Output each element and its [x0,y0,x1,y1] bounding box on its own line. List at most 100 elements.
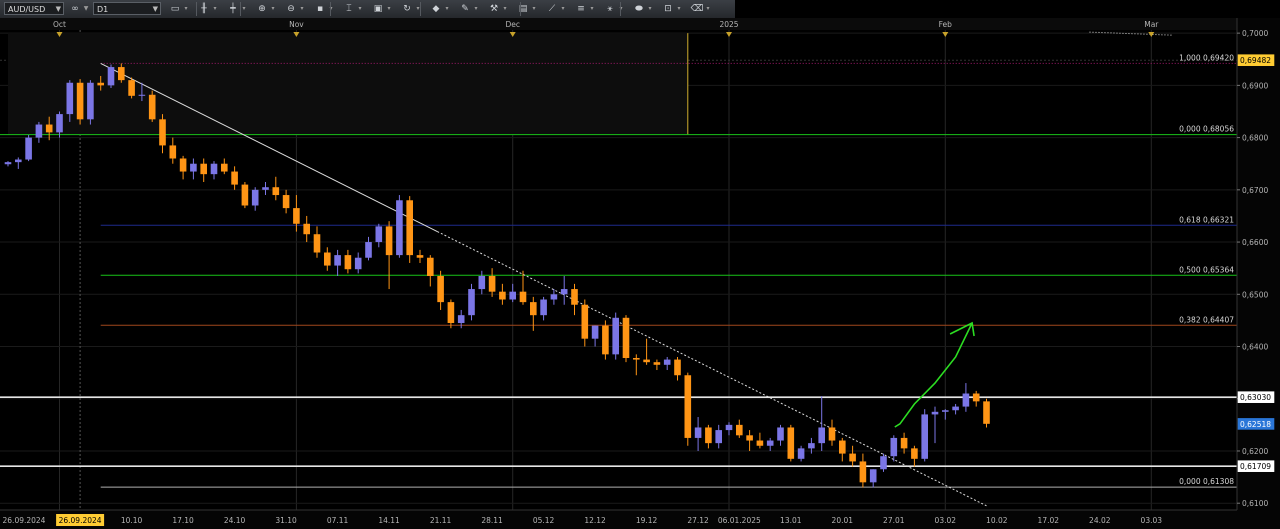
price-tag-label: 0,62518 [1240,420,1271,429]
channel-icon[interactable]: ≡ [574,3,588,15]
candle-body [457,315,465,324]
dropdown-arrow-icon[interactable]: ▾ [298,3,306,15]
zoom-out-icon[interactable]: ⊖ [284,3,298,15]
fibonacci-level-label: 0,500 0,65364 [1179,265,1234,274]
candle-body [499,291,506,300]
dropdown-arrow-icon[interactable]: ▾ [356,3,364,15]
chart-area[interactable]: 1,000 0,69420 0,000 0,68056 0,618 0,66321 0… [0,18,1280,529]
candle-body [612,317,619,355]
candle-body [530,302,537,316]
candle-body [509,291,516,300]
pencil-icon[interactable]: ✎ [458,3,472,15]
month-label: Oct [53,20,66,29]
date-label: 21.11 [430,516,452,525]
dropdown-arrow-icon[interactable]: ▾ [240,3,248,15]
candle-body [736,424,743,436]
chart-toolbar: AUD/USD ▼ ∞ ▼ D1 ▼ ▭▾╫▾┿▾⊕▾⊖▾▪▾⌶▾▣▾↻▾◆▾✎… [0,0,735,19]
month-label: Dec [505,20,520,29]
candle-body [35,124,43,138]
crosshair-icon[interactable]: ⌶ [342,3,356,15]
dropdown-arrow-icon[interactable]: ▾ [675,3,683,15]
fibonacci-icon[interactable]: ⚹ [603,3,617,15]
screenshot-icon[interactable]: ▣ [371,3,385,15]
price-chart[interactable]: 1,000 0,69420 0,000 0,68056 0,618 0,66321 0… [0,18,1280,529]
candle-body [602,325,609,355]
candles-icon[interactable]: ╫ [197,3,211,15]
candle-body [633,358,640,360]
dropdown-arrow-icon[interactable]: ▾ [182,3,190,15]
dropdown-arrow-icon[interactable]: ▾ [646,3,654,15]
candle-body [983,401,990,424]
candle-body [221,163,228,172]
candle-body [169,145,177,159]
dropdown-arrow-icon[interactable]: ▾ [588,3,596,15]
candle-body [148,94,156,120]
fibonacci-level-label: 0,000 0,68056 [1179,125,1234,134]
dropdown-arrow-icon[interactable]: ▾ [472,3,480,15]
candle-body [488,276,496,292]
candle-body [931,411,939,415]
candle-body [128,80,135,96]
dropdown-arrow-icon[interactable]: ▾ [269,3,277,15]
timeframe-select[interactable]: D1 ▼ [93,2,161,15]
candle-body [354,257,362,270]
chain-link-icon[interactable]: ∞ [68,3,82,15]
zoom-in-icon[interactable]: ⊕ [255,3,269,15]
dropdown-arrow-icon[interactable]: ▾ [501,3,509,15]
dropdown-arrow-icon[interactable]: ▾ [211,3,219,15]
candle-body [396,200,403,256]
dropdown-arrow-icon[interactable]: ▾ [704,3,712,15]
date-label: 28.11 [481,516,503,525]
price-tick-label: 0,6400 [1242,343,1268,352]
eraser-icon[interactable]: ⌫ [690,3,704,15]
price-tick-label: 0,6500 [1242,290,1268,299]
candle-body [705,427,712,444]
candle-body [849,453,856,462]
candle-body [869,469,877,483]
candle-body [911,448,918,459]
candle-body [828,427,836,441]
toolbar-separator [420,2,421,16]
candle-body [766,440,774,446]
date-label: 20.01 [832,516,854,525]
toolbar-separator [240,2,241,16]
dropdown-arrow-icon[interactable]: ▾ [443,3,451,15]
dropdown-arrow-icon[interactable]: ▾ [327,3,335,15]
trendline-icon[interactable]: ⟋ [545,3,559,15]
date-label: 03.02 [935,516,957,525]
candle-body [334,255,341,266]
candle-body [210,163,218,175]
candle-body [427,257,434,277]
indicators-icon[interactable]: ⚒ [487,3,501,15]
candle-body [797,448,805,459]
candle-body [560,289,568,295]
candle-body [200,163,207,175]
dropdown-arrow-icon[interactable]: ▾ [559,3,567,15]
dropdown-arrow-icon[interactable]: ▾ [385,3,393,15]
dropdown-arrow-icon[interactable]: ▾ [617,3,625,15]
candle-body [282,195,290,209]
link-dropdown-arrow-icon[interactable]: ▼ [82,3,90,15]
text-icon[interactable]: ⊡ [661,3,675,15]
price-tick-label: 0,6200 [1242,447,1268,456]
candle-body [56,114,63,133]
candle-body [159,119,166,146]
candle-body [66,82,74,115]
shapes-icon[interactable]: ⬬ [632,3,646,15]
objects-icon[interactable]: ◆ [429,3,443,15]
chart-type-icon[interactable]: ▭ [168,3,182,15]
bars-icon[interactable]: ┿ [226,3,240,15]
symbol-select[interactable]: AUD/USD ▼ [4,2,64,15]
price-tick-label: 0,6100 [1242,499,1268,508]
candle-body [663,359,671,365]
date-label: 07.11 [327,516,349,525]
dropdown-arrow-icon[interactable]: ▾ [530,3,538,15]
price-tick-label: 0,6600 [1242,238,1268,247]
candle-body [591,325,599,339]
autoscroll-icon[interactable]: ▪ [313,3,327,15]
refresh-icon[interactable]: ↻ [400,3,414,15]
date-label: 10.02 [986,516,1008,525]
templates-icon[interactable]: ▤ [516,3,530,15]
candle-body [756,440,764,446]
candle-body [15,159,22,163]
